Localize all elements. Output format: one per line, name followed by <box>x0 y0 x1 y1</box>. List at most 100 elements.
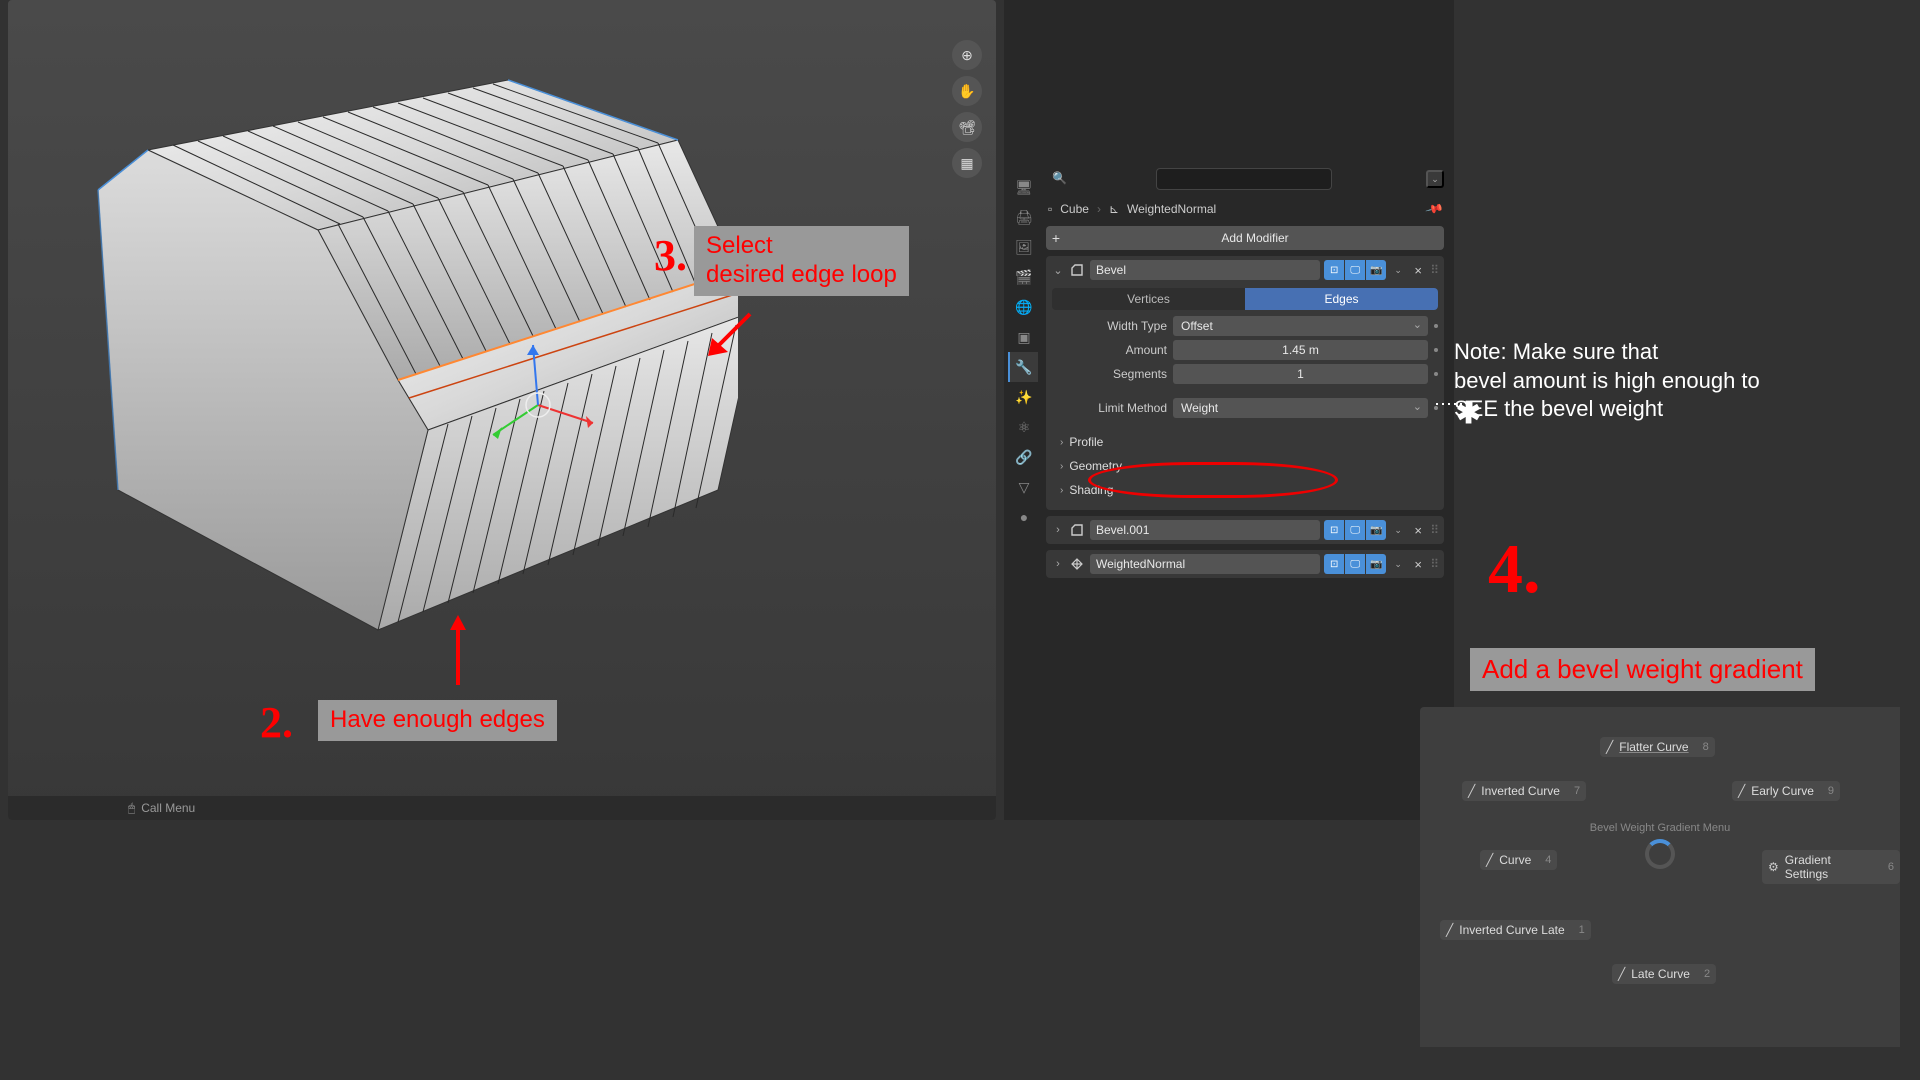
status-bar: 🖱 Call Menu <box>8 796 996 820</box>
mode-toggle-edit[interactable]: ⊡ <box>1324 520 1344 540</box>
cube-icon: ▫ <box>1048 202 1052 216</box>
pie-late-curve[interactable]: ╱ Late Curve2 <box>1612 964 1716 984</box>
tab-output[interactable]: 🖨 <box>1008 202 1038 232</box>
tab-scene[interactable]: 🎬 <box>1008 262 1038 292</box>
curve-icon: ╱ <box>1446 923 1453 937</box>
tab-object[interactable]: ▣ <box>1008 322 1038 352</box>
modifier-bevel: ⌄ ⊡ 🖵 📷 ⌄ × ⠿ Vertices Edges Width Ty <box>1046 256 1444 510</box>
mode-toggle-display[interactable]: 🖵 <box>1345 260 1365 280</box>
search-icon: 🔍 <box>1052 171 1067 185</box>
delete-modifier[interactable]: × <box>1410 260 1426 280</box>
curve-icon: ╱ <box>1738 784 1745 798</box>
annotation-arrow-3 <box>700 304 760 364</box>
tab-data[interactable]: ▽ <box>1008 472 1038 502</box>
collapse-toggle[interactable]: ⌄ <box>1052 264 1064 277</box>
mode-toggle-render[interactable]: 📷 <box>1366 554 1386 574</box>
amount-label: Amount <box>1052 343 1167 357</box>
viewport-3d[interactable]: ⊕ ✋ 📽 ▦ 🖱 Call Menu <box>8 0 996 820</box>
shading-section[interactable]: ›Shading <box>1052 478 1438 502</box>
limit-method-dropdown[interactable]: Weight <box>1173 398 1428 418</box>
tab-render[interactable]: 🖥 <box>1008 172 1038 202</box>
pin-icon[interactable]: 📌 <box>1425 199 1445 219</box>
profile-section[interactable]: ›Profile <box>1052 430 1438 454</box>
anim-dot[interactable] <box>1434 348 1438 352</box>
tab-modifiers[interactable]: 🔧 <box>1008 352 1038 382</box>
pie-inverted-curve[interactable]: ╱ Inverted Curve7 <box>1462 781 1586 801</box>
annotation-number-4: 4. <box>1488 530 1541 610</box>
annotation-2: Have enough edges <box>318 700 557 741</box>
properties-panel: 🖥 🖨 🖼 🎬 🌐 ▣ 🔧 ✨ ⚛ 🔗 ▽ ● 🔍 ⌄ ▫ Cube › ⊾ W… <box>1004 0 1454 820</box>
anim-dot[interactable] <box>1434 324 1438 328</box>
bevel-mode-vertices[interactable]: Vertices <box>1052 288 1245 310</box>
curve-icon: ╱ <box>1486 853 1493 867</box>
delete-modifier[interactable]: × <box>1410 554 1426 574</box>
tab-world[interactable]: 🌐 <box>1008 292 1038 322</box>
bevel-icon <box>1068 261 1086 279</box>
mode-toggle-edit[interactable]: ⊡ <box>1324 554 1344 574</box>
bevel-icon <box>1068 521 1086 539</box>
add-modifier-plus[interactable]: + <box>1046 226 1066 250</box>
tab-constraints[interactable]: 🔗 <box>1008 442 1038 472</box>
width-type-label: Width Type <box>1052 319 1167 333</box>
grid-button[interactable]: ▦ <box>952 148 982 178</box>
anim-dot[interactable] <box>1434 372 1438 376</box>
modifier-bevel-001: › ⊡ 🖵 📷 ⌄ × ⠿ <box>1046 516 1444 544</box>
modifier-name-field[interactable] <box>1090 554 1320 574</box>
mesh-preview <box>38 10 738 660</box>
grid-icon: ▦ <box>960 155 973 172</box>
mouse-icon: 🖱 <box>128 801 135 816</box>
curve-icon: ╱ <box>1618 967 1625 981</box>
breadcrumb-modifier[interactable]: WeightedNormal <box>1127 202 1216 216</box>
annotation-arrow-2 <box>438 610 478 690</box>
pie-menu-title: Bevel Weight Gradient Menu <box>1590 822 1730 834</box>
mode-toggle-display[interactable]: 🖵 <box>1345 520 1365 540</box>
tab-viewlayer[interactable]: 🖼 <box>1008 232 1038 262</box>
status-text: Call Menu <box>141 801 195 815</box>
breadcrumb-object[interactable]: Cube <box>1060 202 1089 216</box>
bevel-mode-edges[interactable]: Edges <box>1245 288 1438 310</box>
mode-toggle-render[interactable]: 📷 <box>1366 520 1386 540</box>
width-type-dropdown[interactable]: Offset <box>1173 316 1428 336</box>
tab-particles[interactable]: ✨ <box>1008 382 1038 412</box>
collapse-toggle[interactable]: › <box>1052 524 1064 536</box>
options-dropdown[interactable]: ⌄ <box>1426 170 1444 188</box>
drag-handle-icon[interactable]: ⠿ <box>1430 557 1438 571</box>
apply-dropdown[interactable]: ⌄ <box>1390 520 1406 540</box>
drag-handle-icon[interactable]: ⠿ <box>1430 523 1438 537</box>
wrench-icon: 🔧 <box>1015 359 1032 376</box>
curve-icon: ╱ <box>1606 740 1613 754</box>
pie-flatter-curve[interactable]: ╱ Flatter Curve8 <box>1600 737 1715 757</box>
mode-toggle-edit[interactable]: ⊡ <box>1324 260 1344 280</box>
tab-physics[interactable]: ⚛ <box>1008 412 1038 442</box>
amount-field[interactable]: 1.45 m <box>1173 340 1428 360</box>
annotation-number-3: 3. <box>654 230 687 281</box>
viewport-nav-buttons: ⊕ ✋ 📽 ▦ <box>952 40 982 178</box>
apply-dropdown[interactable]: ⌄ <box>1390 554 1406 574</box>
drag-handle-icon[interactable]: ⠿ <box>1430 263 1438 277</box>
properties-tabs: 🖥 🖨 🖼 🎬 🌐 ▣ 🔧 ✨ ⚛ 🔗 ▽ ● <box>1008 172 1038 532</box>
annotation-4: Add a bevel weight gradient <box>1470 648 1815 691</box>
apply-dropdown[interactable]: ⌄ <box>1390 260 1406 280</box>
modifier-name-field[interactable] <box>1090 520 1320 540</box>
mode-toggle-display[interactable]: 🖵 <box>1345 554 1365 574</box>
anim-keyframe-dots <box>1436 400 1466 408</box>
properties-search[interactable] <box>1156 168 1332 190</box>
collapse-toggle[interactable]: › <box>1052 558 1064 570</box>
pie-curve[interactable]: ╱ Curve4 <box>1480 850 1557 870</box>
modifier-icon: ⊾ <box>1109 202 1119 216</box>
tab-material[interactable]: ● <box>1008 502 1038 532</box>
pie-inverted-curve-late[interactable]: ╱ Inverted Curve Late1 <box>1440 920 1591 940</box>
zoom-button[interactable]: ⊕ <box>952 40 982 70</box>
add-modifier-button[interactable]: Add Modifier <box>1066 226 1444 250</box>
modifier-name-field[interactable] <box>1090 260 1320 280</box>
segments-field[interactable]: 1 <box>1173 364 1428 384</box>
pie-early-curve[interactable]: ╱ Early Curve9 <box>1732 781 1840 801</box>
pie-gradient-settings[interactable]: ⚙ Gradient Settings6 <box>1762 850 1900 884</box>
limit-method-label: Limit Method <box>1052 401 1167 415</box>
breadcrumb: ▫ Cube › ⊾ WeightedNormal 📌 <box>1042 198 1448 220</box>
delete-modifier[interactable]: × <box>1410 520 1426 540</box>
pan-button[interactable]: ✋ <box>952 76 982 106</box>
geometry-section[interactable]: ›Geometry <box>1052 454 1438 478</box>
camera-button[interactable]: 📽 <box>952 112 982 142</box>
mode-toggle-render[interactable]: 📷 <box>1366 260 1386 280</box>
